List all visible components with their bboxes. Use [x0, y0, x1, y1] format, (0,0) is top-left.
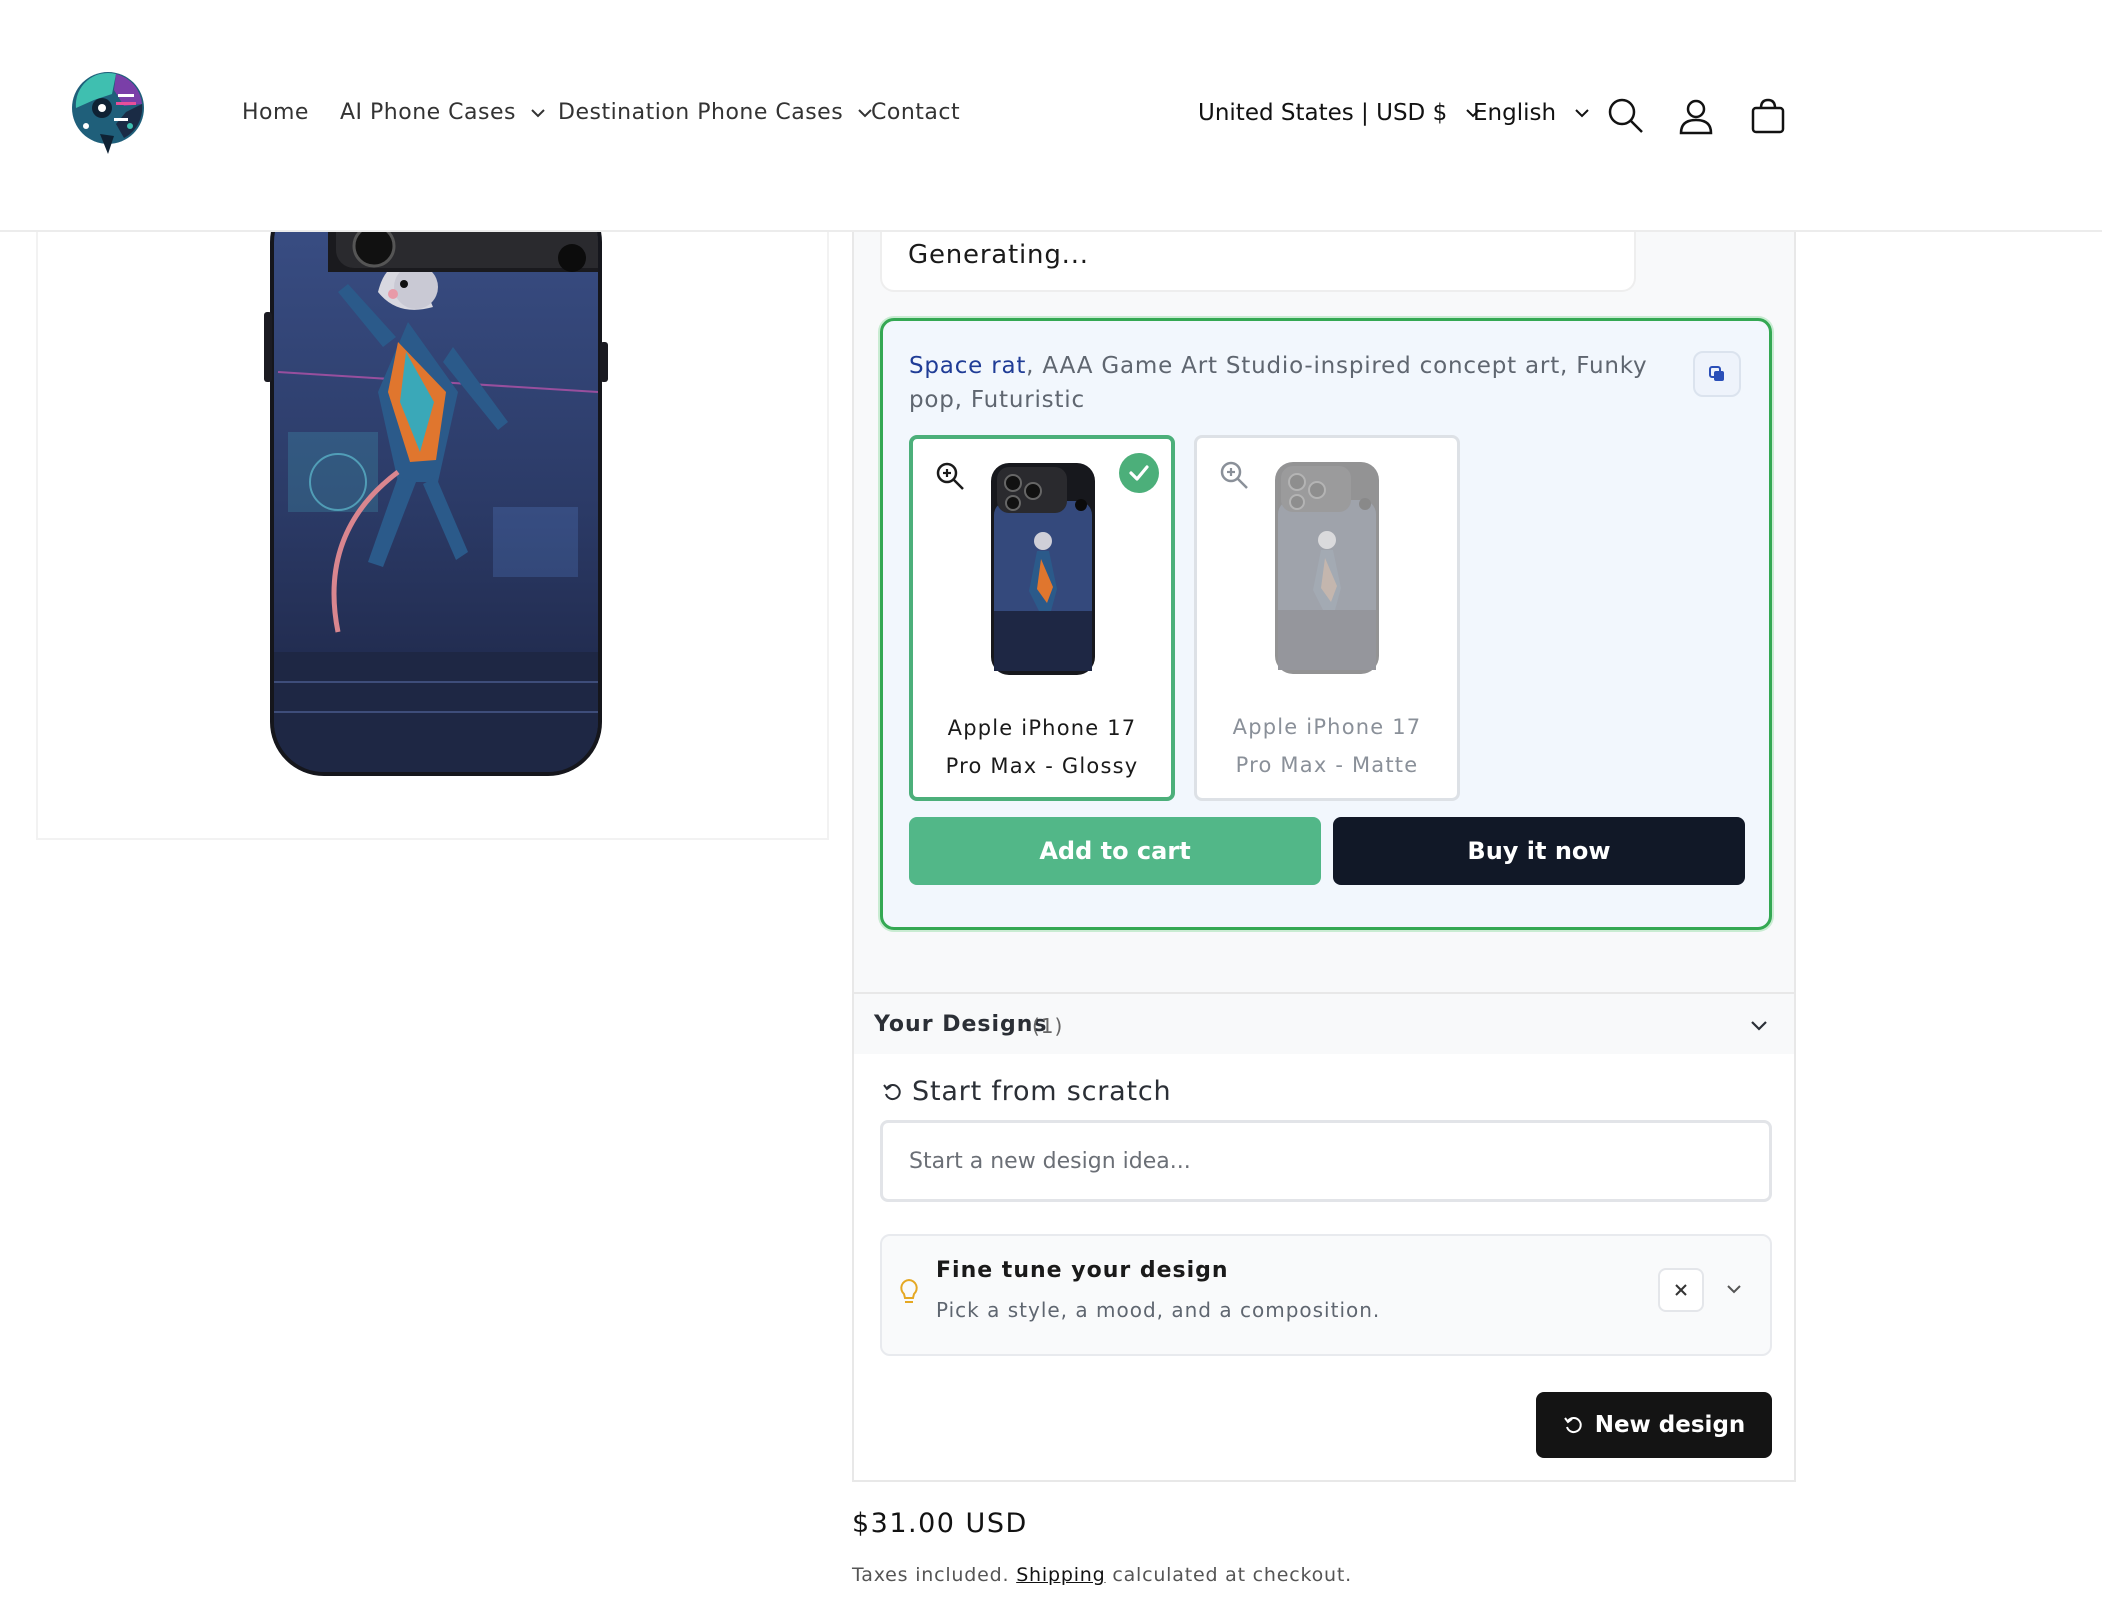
nav-ai-phone-cases[interactable]: AI Phone Cases [340, 100, 546, 125]
design-idea-input[interactable] [880, 1120, 1772, 1202]
country-selector[interactable]: United States | USD $ [1198, 100, 1481, 126]
variant-matte[interactable]: Apple iPhone 17 Pro Max - Matte [1194, 435, 1460, 801]
fine-tune-subtitle: Pick a style, a mood, and a composition. [936, 1298, 1381, 1322]
account-icon[interactable] [1676, 96, 1716, 136]
chevron-down-icon[interactable] [1726, 1284, 1742, 1294]
nav-home-label: Home [242, 100, 309, 125]
fine-tune-panel: Fine tune your design Pick a style, a mo… [880, 1234, 1772, 1356]
nav-ai-phone-cases-label: AI Phone Cases [340, 100, 516, 125]
generation-status: Generating... [880, 228, 1636, 292]
product-media [36, 232, 829, 840]
chevron-down-icon [1751, 1021, 1767, 1031]
close-icon [1675, 1284, 1687, 1296]
nav-destination-phone-cases[interactable]: Destination Phone Cases [558, 100, 873, 125]
variant-glossy-thumbnail [991, 463, 1095, 675]
add-to-cart-button[interactable]: Add to cart [909, 817, 1321, 885]
new-design-label: New design [1594, 1412, 1746, 1438]
restart-icon [883, 1083, 901, 1100]
shipping-link[interactable]: Shipping [1016, 1564, 1105, 1586]
start-from-scratch-label: Start from scratch [912, 1076, 1172, 1107]
search-icon[interactable] [1606, 96, 1646, 136]
lightbulb-icon [900, 1278, 918, 1303]
buy-now-button[interactable]: Buy it now [1333, 817, 1745, 885]
restart-icon [1563, 1417, 1582, 1434]
variant-matte-thumbnail [1275, 462, 1379, 674]
generated-design-card: Space rat, AAA Game Art Studio-inspired … [880, 318, 1772, 930]
design-input-section: Start from scratch Fine tune your design… [854, 1054, 1794, 1480]
chevron-down-icon [531, 108, 545, 117]
language-selector[interactable]: English [1473, 100, 1590, 126]
product-phone-case-image[interactable] [38, 232, 829, 840]
your-designs-title: Your Designs [874, 1012, 1048, 1037]
prompt-subject: Space rat [909, 353, 1027, 379]
nav-home[interactable]: Home [242, 100, 309, 125]
nav-destination-phone-cases-label: Destination Phone Cases [558, 100, 844, 125]
new-design-button[interactable]: New design [1536, 1392, 1772, 1458]
cart-icon[interactable] [1748, 96, 1788, 136]
country-selector-label: United States | USD $ [1198, 100, 1448, 126]
site-header: Home AI Phone Cases Destination Phone Ca… [0, 0, 2102, 232]
variant-glossy-label: Apple iPhone 17 Pro Max - Glossy [945, 716, 1139, 778]
close-fine-tune-button[interactable] [1658, 1268, 1704, 1312]
product-price: $31.00 USD [852, 1508, 1028, 1539]
selected-check-icon [1119, 453, 1159, 493]
language-selector-label: English [1473, 100, 1557, 126]
your-designs-count: (1) [1032, 1014, 1064, 1038]
chevron-down-icon [1575, 109, 1589, 118]
variant-matte-label: Apple iPhone 17 Pro Max - Matte [1232, 715, 1422, 777]
variant-glossy[interactable]: Apple iPhone 17 Pro Max - Glossy [909, 435, 1175, 801]
zoom-in-icon[interactable] [1219, 460, 1249, 490]
start-from-scratch-heading: Start from scratch [882, 1076, 1171, 1107]
design-prompt: Space rat, AAA Game Art Studio-inspired … [909, 349, 1669, 417]
brand-logo[interactable] [66, 64, 150, 162]
tax-prefix: Taxes included. [852, 1564, 1010, 1586]
design-builder-panel: Generating... Space rat, AAA Game Art St… [852, 228, 1796, 1482]
tax-suffix: calculated at checkout. [1112, 1564, 1352, 1586]
fine-tune-title: Fine tune your design [936, 1258, 1229, 1283]
nav-contact-label: Contact [871, 100, 961, 125]
copy-icon [1709, 366, 1724, 381]
nav-contact[interactable]: Contact [871, 100, 960, 125]
copy-prompt-button[interactable] [1693, 351, 1741, 397]
your-designs-accordion[interactable]: Your Designs (1) [854, 992, 1794, 1056]
tax-note: Taxes included. Shipping calculated at c… [852, 1564, 1352, 1586]
zoom-in-icon[interactable] [935, 461, 965, 491]
